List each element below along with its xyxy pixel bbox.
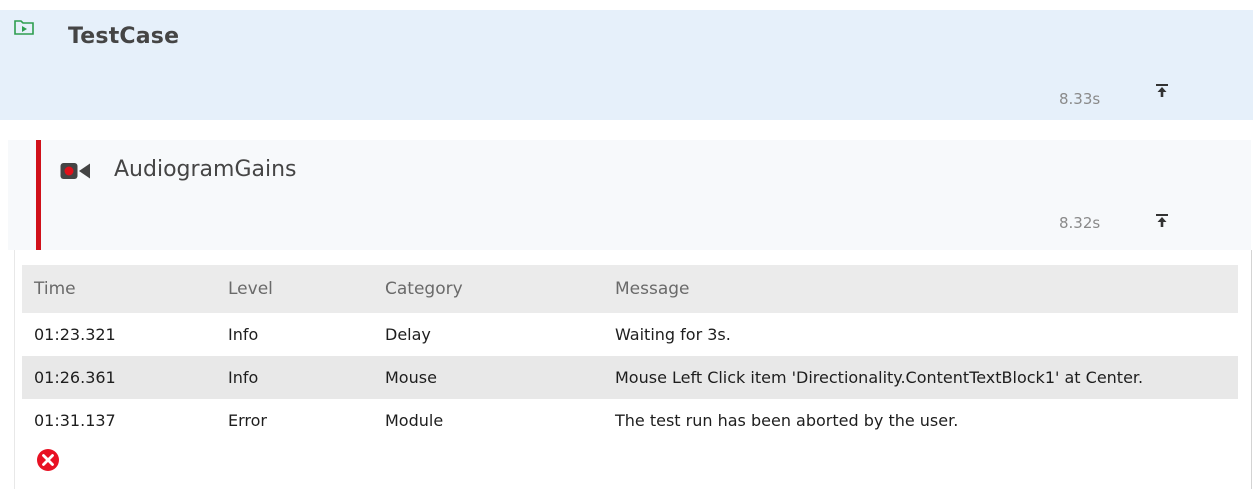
cell-level: Info bbox=[228, 325, 259, 344]
cell-message: Waiting for 3s. bbox=[615, 325, 731, 344]
record-camera-icon bbox=[60, 163, 90, 179]
cell-message: Mouse Left Click item 'Directionality.Co… bbox=[603, 356, 1238, 399]
table-row[interactable]: 01:23.321 Info Delay Waiting for 3s. bbox=[22, 313, 1238, 356]
cell-category: Module bbox=[385, 411, 444, 430]
folder-play-icon bbox=[14, 20, 34, 35]
table-row[interactable]: 01:31.137 Error Module The test run has … bbox=[22, 399, 1238, 442]
column-header-level[interactable]: Level bbox=[216, 265, 373, 313]
testcase-title: TestCase bbox=[68, 24, 180, 49]
cell-time: 01:23.321 bbox=[34, 325, 116, 344]
module-duration: 8.32s bbox=[1059, 214, 1101, 232]
error-x-icon bbox=[37, 449, 59, 471]
log-table: Time Level Category Message 01:23.321 In… bbox=[22, 265, 1238, 442]
column-header-category[interactable]: Category bbox=[373, 265, 603, 313]
cell-level: Error bbox=[228, 411, 267, 430]
column-header-time[interactable]: Time bbox=[22, 265, 216, 313]
collapse-up-icon[interactable] bbox=[1152, 80, 1172, 100]
cell-category: Delay bbox=[385, 325, 431, 344]
cell-category: Mouse bbox=[373, 356, 603, 399]
module-status-bar bbox=[36, 140, 41, 250]
cell-time: 01:26.361 bbox=[22, 356, 216, 399]
cell-time: 01:31.137 bbox=[34, 411, 116, 430]
testcase-duration: 8.33s bbox=[1059, 90, 1101, 108]
table-row[interactable]: 01:26.361 Info Mouse Mouse Left Click it… bbox=[22, 356, 1238, 399]
column-header-message[interactable]: Message bbox=[603, 265, 1238, 313]
log-header-row: Time Level Category Message bbox=[22, 265, 1238, 313]
collapse-up-icon[interactable] bbox=[1152, 210, 1172, 230]
cell-message: The test run has been aborted by the use… bbox=[615, 411, 959, 430]
cell-level: Info bbox=[216, 356, 373, 399]
module-title: AudiogramGains bbox=[114, 157, 297, 182]
